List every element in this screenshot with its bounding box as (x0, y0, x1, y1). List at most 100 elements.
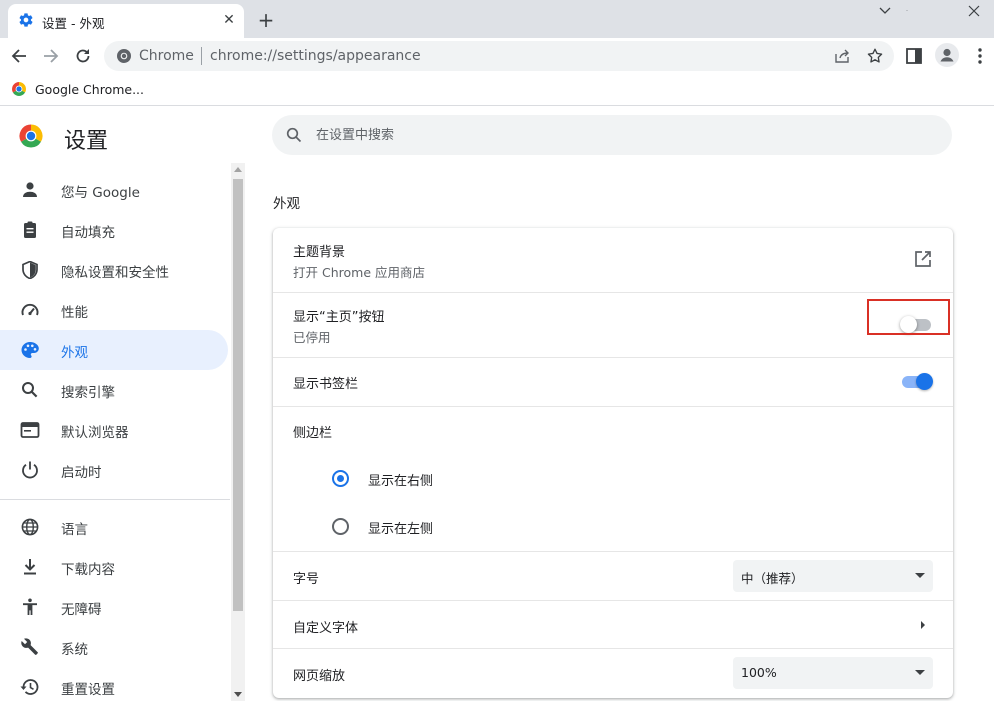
url-text[interactable]: chrome://settings/appearance (210, 48, 421, 64)
font-size-select[interactable]: 中（推荐） (733, 560, 933, 592)
sidebar-item-label: 您与 Google (61, 185, 140, 201)
scroll-up-icon[interactable] (234, 167, 242, 172)
sidebar-scrollbar[interactable] (231, 163, 245, 701)
close-icon[interactable]: ✕ (221, 12, 237, 28)
radio-left[interactable] (332, 518, 349, 535)
home-button-label: 显示“主页”按钮 (293, 310, 385, 325)
bookmarks-bar: Google Chrome... (0, 74, 994, 106)
sidebar-item-performance[interactable]: 性能 (0, 290, 228, 330)
toolbar: Chrome chrome://settings/appearance (0, 38, 994, 74)
sidebar-item-label: 重置设置 (61, 682, 115, 698)
theme-sublabel: 打开 Chrome 应用商店 (293, 265, 425, 280)
clipboard-icon (24, 221, 36, 238)
theme-row[interactable]: 主题背景 打开 Chrome 应用商店 (273, 228, 953, 293)
person-icon (23, 182, 37, 197)
chrome-icon (117, 49, 131, 63)
chrome-logo-icon (12, 82, 26, 96)
sidebar-item-appearance[interactable]: 外观 (0, 330, 228, 370)
share-icon[interactable] (834, 48, 850, 64)
settings-sidebar: 您与 Google 自动填充 隐私设置和安全性 性能 外观 搜索引擎 默认浏览器 (0, 163, 230, 701)
reload-icon (76, 49, 90, 63)
open-in-new-icon[interactable] (914, 250, 932, 268)
sidebar-item-label: 语言 (61, 522, 88, 538)
sidebar-item-label: 性能 (61, 305, 88, 321)
gear-icon (19, 13, 33, 27)
page-zoom-label: 网页缩放 (293, 669, 346, 684)
section-title: 外观 (273, 196, 300, 212)
palette-icon (21, 342, 39, 358)
scrollbar-thumb[interactable] (233, 179, 243, 611)
page-zoom-value: 100% (741, 665, 777, 680)
sidebar-item-languages[interactable]: 语言 (0, 507, 228, 547)
reset-icon (20, 679, 39, 695)
custom-fonts-row[interactable]: 自定义字体 (273, 601, 953, 649)
globe-icon (21, 518, 39, 536)
speedometer-icon (21, 303, 39, 316)
appearance-card: 主题背景 打开 Chrome 应用商店 显示“主页”按钮 已停用 显示书签栏 侧… (273, 228, 953, 698)
sidebar-item-default-browser[interactable]: 默认浏览器 (0, 410, 228, 450)
profile-icon (940, 48, 954, 62)
tab-settings[interactable]: 设置 - 外观 ✕ (8, 4, 244, 38)
sidebar-item-privacy[interactable]: 隐私设置和安全性 (0, 250, 228, 290)
power-icon (22, 461, 38, 479)
settings-page: 设置 您与 Google 自动填充 隐私设置和安全性 性能 外观 (0, 107, 994, 701)
shield-icon (22, 261, 38, 279)
scroll-down-icon[interactable] (234, 692, 242, 697)
sidebar-item-autofill[interactable]: 自动填充 (0, 210, 228, 250)
star-icon[interactable] (866, 47, 884, 65)
sidebar-item-label: 外观 (61, 345, 88, 361)
sidebar-item-on-startup[interactable]: 启动时 (0, 450, 228, 490)
radio-right-label[interactable]: 显示在右侧 (368, 470, 433, 489)
chrome-logo-icon (19, 124, 43, 148)
sidebar-item-system[interactable]: 系统 (0, 627, 228, 667)
sidebar-divider (0, 499, 230, 500)
home-button-status: 已停用 (293, 330, 331, 345)
side-panel-icon[interactable] (906, 48, 922, 64)
font-size-label: 字号 (293, 572, 320, 587)
sidebar-item-label: 无障碍 (61, 602, 102, 618)
sidebar-item-you-and-google[interactable]: 您与 Google (0, 170, 228, 210)
sidebar-item-reset[interactable]: 重置设置 (0, 667, 228, 701)
sidebar-item-label: 默认浏览器 (61, 425, 129, 441)
sidebar-item-label: 启动时 (61, 465, 102, 481)
search-input[interactable] (316, 115, 916, 155)
title-bar: 设置 - 外观 ✕ + (0, 0, 994, 38)
dropdown-arrow-icon (915, 670, 925, 675)
forward-button[interactable] (39, 44, 63, 68)
wrench-icon (21, 638, 38, 655)
bookmark-item[interactable]: Google Chrome... (35, 82, 144, 97)
search-icon (286, 127, 302, 143)
radio-left-label[interactable]: 显示在左侧 (368, 518, 433, 537)
page-zoom-select[interactable]: 100% (733, 657, 933, 689)
bookmarks-bar-toggle[interactable] (902, 373, 933, 390)
reload-button[interactable] (71, 44, 95, 68)
back-button[interactable] (7, 44, 31, 68)
settings-search[interactable] (272, 115, 952, 155)
minimize-window-button[interactable] (862, 0, 908, 22)
more-vert-icon[interactable] (972, 47, 988, 65)
sidebar-item-label: 下载内容 (61, 562, 115, 578)
custom-fonts-label: 自定义字体 (293, 621, 359, 636)
toggle-knob (916, 373, 933, 390)
sidebar-item-label: 系统 (61, 642, 88, 658)
maximize-window-button[interactable] (908, 0, 954, 22)
bookmarks-bar-row: 显示书签栏 (273, 358, 953, 406)
new-tab-button[interactable]: + (256, 10, 276, 30)
font-size-row: 字号 中（推荐） (273, 552, 953, 601)
arrow-right-icon (44, 49, 59, 63)
page-zoom-row: 网页缩放 100% (273, 649, 953, 698)
sidebar-item-accessibility[interactable]: 无障碍 (0, 587, 228, 627)
sidebar-item-search-engine[interactable]: 搜索引擎 (0, 370, 228, 410)
side-panel-row: 侧边栏 显示在右侧 显示在左侧 (273, 407, 953, 552)
avatar[interactable] (935, 43, 959, 67)
radio-right[interactable] (332, 470, 349, 487)
side-panel-label: 侧边栏 (293, 426, 333, 441)
sidebar-item-downloads[interactable]: 下载内容 (0, 547, 228, 587)
address-bar[interactable]: Chrome chrome://settings/appearance (104, 41, 894, 71)
close-window-button[interactable] (954, 0, 994, 22)
bookmarks-bar-label: 显示书签栏 (293, 377, 359, 392)
home-button-row: 显示“主页”按钮 已停用 (273, 293, 953, 358)
sidebar-item-label: 自动填充 (61, 225, 115, 241)
chevron-right-icon (921, 621, 925, 629)
browser-icon (20, 422, 40, 438)
